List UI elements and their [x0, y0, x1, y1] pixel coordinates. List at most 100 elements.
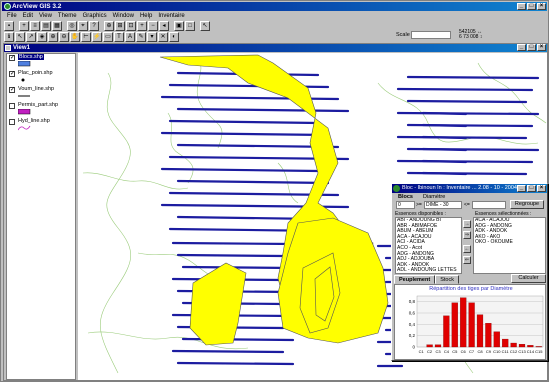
legend-layer[interactable]: ✓ Plac_poin.shp: [7, 70, 75, 86]
zoom-previous-icon[interactable]: ◂: [159, 20, 169, 31]
bloc-polygon[interactable]: [277, 217, 389, 344]
draw-tool-icon[interactable]: ▾: [147, 31, 157, 42]
edit-legend-icon[interactable]: ▤: [41, 20, 51, 31]
list-item[interactable]: ADL - ANDOUNG LETTES: [397, 268, 461, 273]
add-species-button[interactable]: →: [463, 220, 471, 228]
transect-line[interactable]: [160, 167, 320, 173]
tab-stock[interactable]: Stock: [435, 275, 459, 284]
view-maximize-button[interactable]: □: [527, 44, 536, 51]
layer-visibility-checkbox[interactable]: [9, 119, 15, 125]
legend-layer[interactable]: Permis_part.shp: [7, 102, 75, 118]
transect-line[interactable]: [421, 171, 468, 176]
zoom-full-icon[interactable]: ⊕: [104, 20, 114, 31]
transect-line[interactable]: [421, 123, 468, 128]
transect-line[interactable]: [396, 111, 540, 116]
zoom-in-tool-icon[interactable]: ⊕: [48, 31, 58, 42]
calculer-button[interactable]: Calculer: [511, 274, 546, 283]
transect-line[interactable]: [181, 265, 295, 270]
legend-layer[interactable]: ✓ Blocs.shp: [7, 54, 75, 70]
select-feature-icon[interactable]: ◈: [37, 31, 47, 42]
menu-window[interactable]: Window: [113, 13, 134, 19]
layer-symbol-icon: [18, 95, 30, 97]
select-features-icon[interactable]: ▣: [174, 20, 184, 31]
available-species-list[interactable]: ABI - ANDOUNG BI ABR - ABIMAFOE ABUM - ABE…: [395, 217, 462, 274]
label-icon[interactable]: T: [114, 31, 124, 42]
transect-line[interactable]: [181, 337, 295, 342]
transect-line[interactable]: [406, 75, 540, 80]
transect-line[interactable]: [406, 99, 528, 104]
transect-line[interactable]: [176, 107, 350, 113]
zoom-selected-icon[interactable]: ⊡: [126, 20, 136, 31]
zoom-out-tool-icon[interactable]: ⊖: [59, 31, 69, 42]
dialog-maximize-button[interactable]: □: [527, 185, 536, 192]
zoom-out-icon[interactable]: −: [148, 20, 158, 31]
transect-line[interactable]: [396, 87, 534, 92]
tab-peuplement[interactable]: Peuplement: [394, 275, 436, 284]
transect-line[interactable]: [176, 179, 330, 185]
add-all-species-button[interactable]: ⇒: [463, 231, 471, 239]
transect-line[interactable]: [421, 159, 468, 164]
open-table-icon[interactable]: ▦: [52, 20, 62, 31]
pointer-icon[interactable]: ↖: [15, 31, 25, 42]
locate-icon[interactable]: ⌖: [78, 20, 88, 31]
layer-visibility-checkbox[interactable]: ✓: [9, 55, 15, 61]
menu-help[interactable]: Help: [140, 13, 152, 19]
menu-inventaire[interactable]: Inventaire: [158, 13, 184, 19]
query-builder-icon[interactable]: ?: [89, 20, 99, 31]
menu-graphics[interactable]: Graphics: [83, 13, 107, 19]
selected-species-list[interactable]: ACA - ACAJOU ADG - ANDONG ADK - ANDOK AKO -…: [473, 217, 546, 274]
save-icon[interactable]: ▪: [4, 20, 14, 31]
close-button[interactable]: ×: [537, 3, 546, 10]
transect-line[interactable]: [421, 147, 468, 152]
transect-line[interactable]: [421, 111, 468, 116]
transect-line[interactable]: [168, 119, 320, 125]
menu-file[interactable]: File: [7, 13, 17, 19]
bloc-polygon[interactable]: [189, 262, 247, 346]
pan-icon[interactable]: ✋: [70, 31, 80, 42]
find-icon[interactable]: ◎: [67, 20, 77, 31]
transect-line[interactable]: [160, 131, 330, 137]
view-close-button[interactable]: ×: [537, 44, 546, 51]
maximize-button[interactable]: □: [527, 3, 536, 10]
inventory-tool-icon[interactable]: ◐: [169, 31, 179, 42]
layer-visibility-checkbox[interactable]: ✓: [9, 87, 15, 93]
add-theme-icon[interactable]: +: [19, 20, 29, 31]
transect-line[interactable]: [171, 349, 285, 354]
minimize-button[interactable]: _: [517, 3, 526, 10]
layer-visibility-checkbox[interactable]: [9, 103, 15, 109]
diametre-min-select[interactable]: DIME - 30: [424, 201, 462, 209]
menu-edit[interactable]: Edit: [23, 13, 33, 19]
remove-species-button[interactable]: ←: [463, 245, 471, 253]
theme-properties-icon[interactable]: ≡: [30, 20, 40, 31]
diametre-max-select[interactable]: [472, 201, 506, 209]
legend-layer[interactable]: ✓ Voum_line.shp: [7, 86, 75, 102]
snap-icon[interactable]: ✕: [158, 31, 168, 42]
dialog-minimize-button[interactable]: _: [517, 185, 526, 192]
zoom-active-icon[interactable]: ⊞: [115, 20, 125, 31]
menu-view[interactable]: View: [39, 13, 52, 19]
help-icon[interactable]: ↖: [200, 20, 210, 31]
transect-line[interactable]: [176, 253, 285, 258]
transect-line[interactable]: [171, 241, 295, 246]
measure-icon[interactable]: ⊢: [81, 31, 91, 42]
blocs-select[interactable]: 0: [396, 201, 415, 209]
area-of-interest-icon[interactable]: ▭: [103, 31, 113, 42]
layer-visibility-checkbox[interactable]: ✓: [9, 71, 15, 77]
scale-input[interactable]: [411, 31, 451, 39]
clear-selection-icon[interactable]: □: [185, 20, 195, 31]
dialog-close-button[interactable]: ×: [537, 185, 546, 192]
vertex-edit-icon[interactable]: ↗: [26, 31, 36, 42]
list-item[interactable]: OKO - OKOUME: [475, 240, 545, 246]
regrouper-button[interactable]: Regroupe: [510, 200, 544, 209]
view-minimize-button[interactable]: _: [517, 44, 526, 51]
hotlink-icon[interactable]: ⚡: [92, 31, 102, 42]
zoom-in-icon[interactable]: +: [137, 20, 147, 31]
text-icon[interactable]: A: [125, 31, 135, 42]
identify-icon[interactable]: ℹ: [4, 31, 14, 42]
pencil-icon[interactable]: ✎: [136, 31, 146, 42]
legend-layer[interactable]: Hyd_line.shp: [7, 118, 75, 134]
transect-line[interactable]: [176, 361, 295, 366]
remove-all-species-button[interactable]: ⇐: [463, 256, 471, 264]
menu-theme[interactable]: Theme: [58, 13, 77, 19]
transect-line[interactable]: [421, 135, 468, 140]
